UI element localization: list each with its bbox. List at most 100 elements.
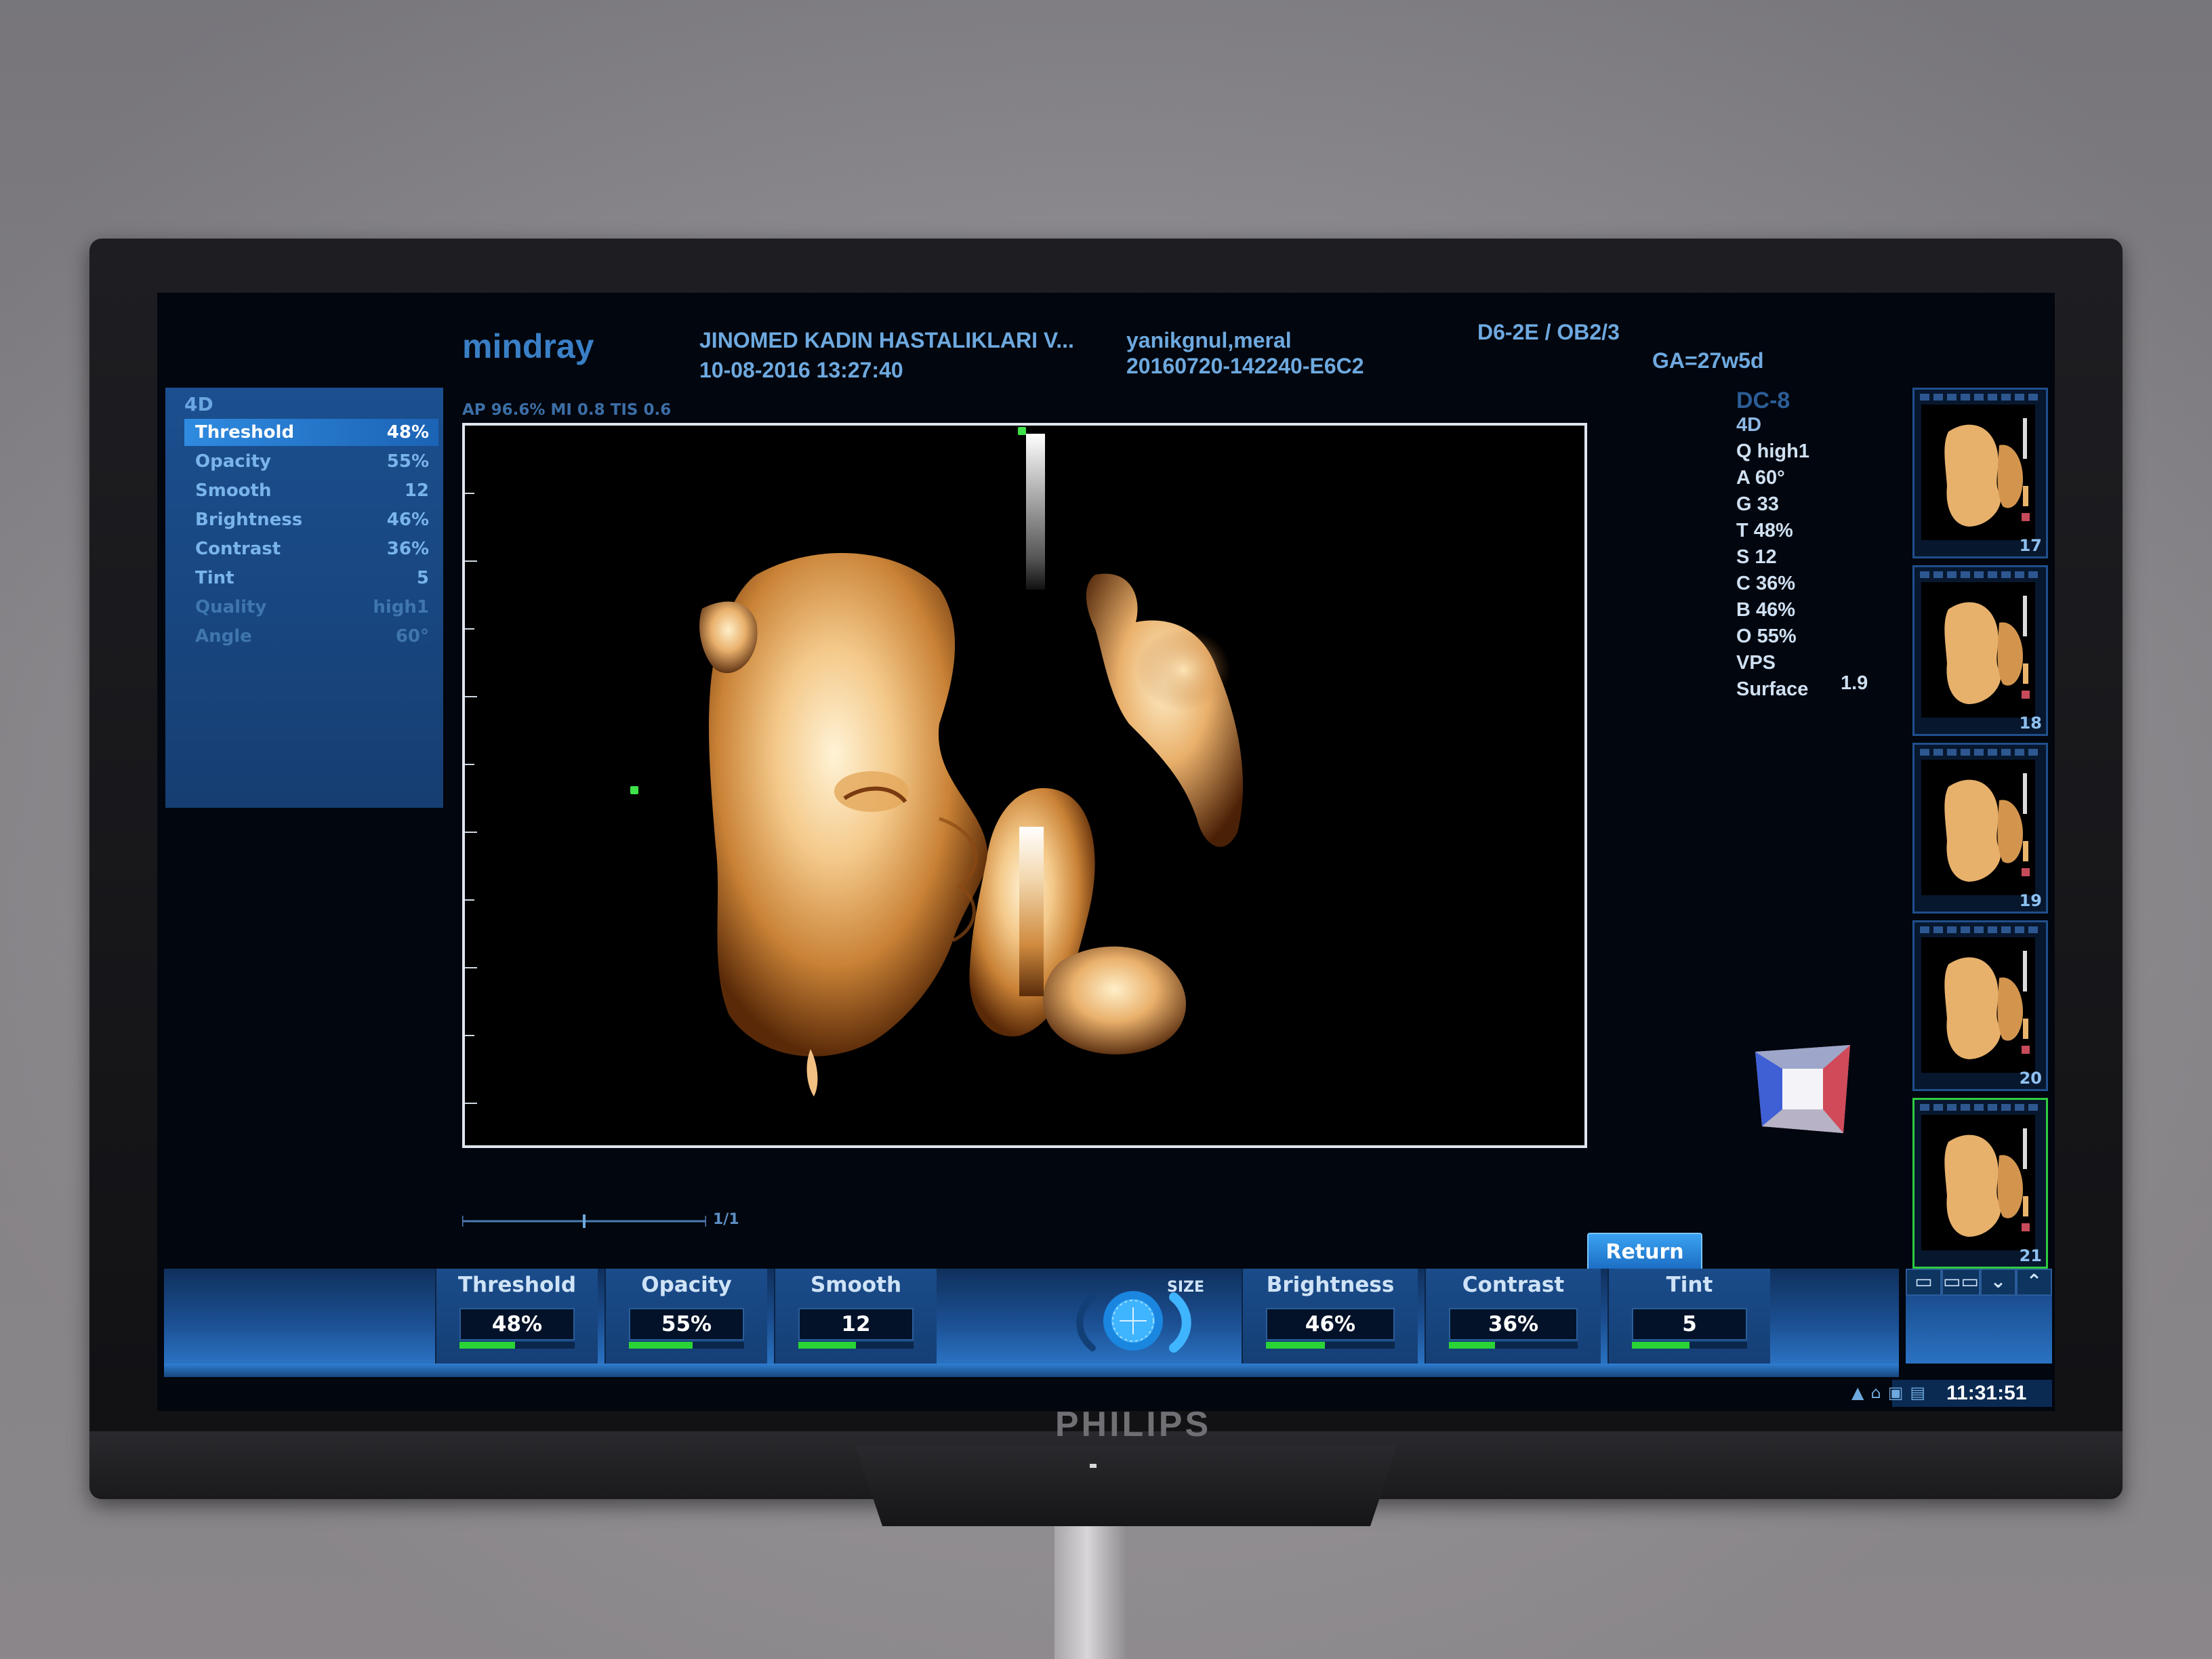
info-line: Surface [1736, 678, 1809, 700]
param-label: Tint [195, 568, 234, 588]
thumbnail-number: 20 [2019, 1069, 2042, 1088]
control-value: 5 [1632, 1308, 1747, 1340]
param-label: Contrast [195, 539, 281, 559]
thumbnail-image [1921, 1115, 2035, 1250]
control-level-fill [1266, 1342, 1326, 1349]
disk-icon: ▣ [1887, 1383, 1904, 1402]
return-button[interactable]: Return [1587, 1233, 1702, 1272]
control-level-fill [1449, 1342, 1496, 1349]
gestational-age: GA=27w5d [1652, 348, 1764, 373]
thumbnail-header [1920, 749, 2042, 756]
control-label: Smooth [810, 1273, 902, 1297]
cine-thumbnail[interactable]: 17 [1912, 388, 2048, 558]
param-value: high1 [373, 597, 429, 617]
param-row-brightness[interactable]: Brightness 46% [184, 506, 438, 533]
control-level-track [1449, 1342, 1578, 1349]
param-label: Threshold [195, 422, 295, 443]
gray-map-bar [1026, 434, 1045, 590]
info-line: VPS [1736, 652, 1776, 674]
param-row-opacity[interactable]: Opacity 55% [184, 448, 438, 475]
info-line: A 60° [1736, 467, 1785, 489]
probe-label: DC-8 [1736, 388, 1790, 413]
trackball-size-label: SIZE [1167, 1279, 1205, 1296]
mindray-logo: mindray [462, 327, 594, 365]
thumbnail-number: 21 [2019, 1246, 2042, 1265]
param-row-threshold[interactable]: Threshold 48% [184, 419, 438, 446]
thumbnail-number: 18 [2019, 714, 2042, 733]
param-value: 5 [416, 568, 429, 588]
panel-title: 4D [184, 393, 213, 415]
orientation-cube-icon[interactable] [1748, 1038, 1857, 1140]
control-knob-smooth[interactable]: Smooth 12 [774, 1269, 937, 1364]
single-layout-button[interactable]: ▭ [1906, 1269, 1942, 1296]
cine-thumbnail[interactable]: 20 [1912, 920, 2048, 1091]
thumbnail-header [1920, 571, 2042, 578]
imaging-info-column: DC-8 4D Q high1 A 60° G 33 T 48% S 12 C 36% B … [1736, 388, 1940, 705]
network-icon: ⌂ [1870, 1383, 1881, 1402]
thumbnail-image [1921, 937, 2035, 1073]
cine-thumbnail[interactable]: 21 [1912, 1098, 2048, 1269]
warning-icon: ▲ [1851, 1383, 1864, 1402]
thumbnail-image [1921, 405, 2035, 540]
param-row-angle[interactable]: Angle 60° [184, 623, 438, 650]
exam-datetime: 10-08-2016 13:27:40 [699, 358, 903, 382]
control-level-track [798, 1342, 914, 1349]
param-row-smooth[interactable]: Smooth 12 [184, 477, 438, 504]
thumbnail-header [1920, 394, 2042, 401]
param-value: 60° [395, 626, 429, 647]
control-level-track [629, 1342, 744, 1349]
cine-thumbnail[interactable]: 19 [1912, 743, 2048, 914]
control-label: Threshold [457, 1273, 577, 1297]
4d-parameter-panel: 4D Threshold 48% Opacity 55% Smooth 12 Brightn… [165, 388, 443, 808]
cine-thumbnail[interactable]: 18 [1912, 565, 2048, 736]
system-clock: 11:31:51 [1946, 1382, 2027, 1404]
param-label: Smooth [195, 480, 272, 501]
dual-layout-button[interactable]: ▭▭ [1942, 1269, 1980, 1296]
layout-button-group: ▭ ▭▭ ⌄ ⌃ [1906, 1269, 2053, 1296]
info-line: G 33 [1736, 493, 1779, 515]
control-value: 48% [459, 1308, 575, 1340]
printer-icon: ▤ [1910, 1383, 1926, 1402]
param-label: Angle [195, 626, 252, 647]
exam-id: 20160720-142240-E6C2 [1126, 354, 1364, 378]
power-led [1090, 1464, 1097, 1468]
control-knob-contrast[interactable]: Contrast 36% [1425, 1269, 1601, 1364]
control-level-track [1632, 1342, 1747, 1349]
param-label: Quality [195, 597, 267, 617]
ultrasound-screen: mindray JINOMED KADIN HASTALIKLARI V... … [157, 293, 2055, 1411]
control-knob-opacity[interactable]: Opacity 55% [605, 1269, 767, 1364]
info-line: B 46% [1736, 599, 1796, 621]
param-label: Brightness [195, 510, 303, 530]
info-line: Q high1 [1736, 441, 1809, 462]
thumbnail-header [1920, 926, 2042, 933]
thumbnail-image [1921, 760, 2035, 895]
param-value: 46% [386, 510, 429, 530]
param-row-contrast[interactable]: Contrast 36% [184, 535, 438, 562]
control-level-fill [459, 1342, 515, 1349]
control-knob-tint[interactable]: Tint 5 [1607, 1269, 1770, 1364]
thumbnail-header [1920, 1104, 2042, 1111]
control-label: Brightness [1266, 1273, 1395, 1297]
status-icons: ▲ ⌂ ▣ ▤ [1851, 1382, 1925, 1403]
control-label: Contrast [1462, 1273, 1565, 1297]
info-line: S 12 [1736, 546, 1777, 568]
control-knob-brightness[interactable]: Brightness 46% [1242, 1269, 1418, 1364]
control-level-track [1266, 1342, 1395, 1349]
thumbnail-number: 19 [2019, 891, 2042, 910]
focus-marker-left [630, 786, 638, 794]
param-row-tint[interactable]: Tint 5 [184, 565, 438, 592]
page-down-button[interactable]: ⌄ [1980, 1269, 2016, 1296]
probe-preset: D6-2E / OB2/3 [1477, 320, 1620, 344]
page-up-button[interactable]: ⌃ [2015, 1269, 2053, 1296]
control-knob-threshold[interactable]: Threshold 48% [435, 1269, 598, 1364]
param-value: 55% [386, 451, 429, 472]
info-line: O 55% [1736, 626, 1797, 647]
fetal-face-render [699, 552, 1244, 1097]
control-level-fill [629, 1342, 693, 1349]
param-row-quality[interactable]: Quality high1 [184, 594, 438, 621]
3d-render-viewport[interactable] [462, 423, 1587, 1148]
control-value: 12 [798, 1308, 914, 1340]
bottom-control-bar-edge [164, 1364, 1899, 1377]
thumbnail-number: 17 [2019, 536, 2042, 555]
depth-axis [465, 493, 477, 1104]
